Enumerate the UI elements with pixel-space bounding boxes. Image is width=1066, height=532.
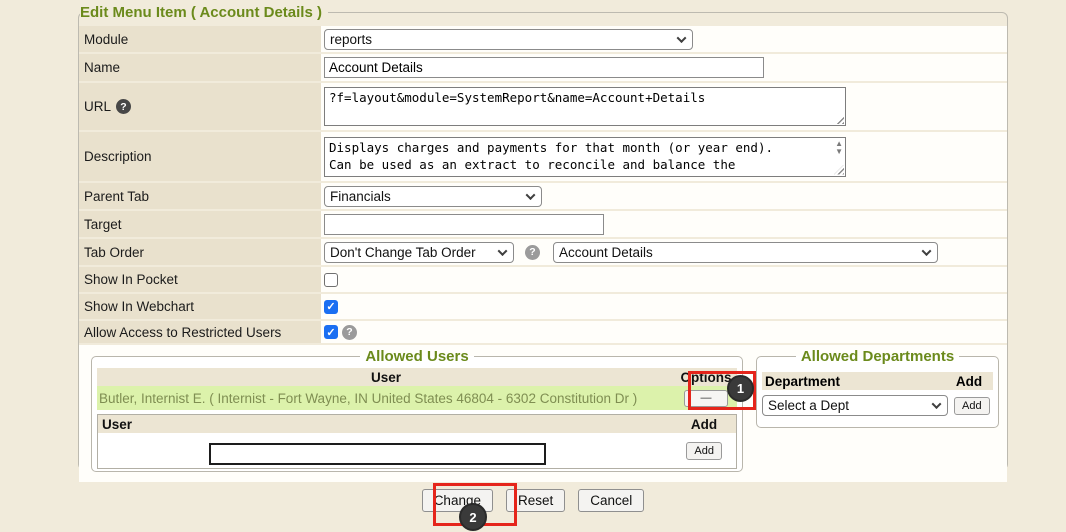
scroll-up-icon[interactable]: ▲	[835, 140, 843, 147]
show-in-webchart-row: Show In Webchart	[79, 294, 1007, 319]
tab-position-select-value: Account Details	[559, 245, 653, 260]
chevron-down-icon	[922, 246, 932, 256]
parent-tab-row: Parent Tab Financials	[79, 183, 1007, 209]
allow-restricted-help-icon[interactable]: ?	[342, 325, 357, 340]
show-in-pocket-label: Show In Pocket	[79, 267, 321, 292]
add-user-header: User Add	[98, 415, 736, 433]
add-user-input[interactable]	[209, 443, 546, 465]
target-row: Target	[79, 211, 1007, 237]
name-row: Name	[79, 54, 1007, 81]
module-label: Module	[79, 26, 321, 52]
tab-order-row: Tab Order Don't Change Tab Order ? Accou…	[79, 239, 1007, 265]
scrollbar[interactable]: ▲ ▼	[835, 140, 843, 155]
url-help-icon[interactable]: ?	[116, 99, 131, 114]
tab-order-select[interactable]: Don't Change Tab Order	[324, 242, 514, 263]
step2-badge: 2	[459, 503, 487, 531]
allowed-departments-fieldset: Allowed Departments Department Add Selec…	[756, 348, 999, 428]
add-user-column-header: User	[102, 417, 676, 432]
add-user-button[interactable]: Add	[686, 442, 722, 460]
show-in-webchart-label: Show In Webchart	[79, 294, 321, 319]
edit-menu-item-form: Edit Menu Item ( Account Details ) Modul…	[78, 4, 1008, 470]
department-select-value: Select a Dept	[768, 398, 849, 413]
add-user-table: User Add Add	[97, 414, 737, 469]
show-in-webchart-checkbox[interactable]	[324, 300, 338, 314]
url-row: URL ? ?f=layout&module=SystemReport&name…	[79, 83, 1007, 130]
tab-position-select[interactable]: Account Details	[553, 242, 938, 263]
page: Edit Menu Item ( Account Details ) Modul…	[0, 0, 1066, 532]
form-title: Edit Menu Item ( Account Details )	[80, 4, 328, 21]
show-in-pocket-checkbox[interactable]	[324, 273, 338, 287]
lists-row: Allowed Users User Options Butler, Inter…	[79, 345, 1007, 482]
module-select[interactable]: reports	[324, 29, 693, 50]
target-label: Target	[79, 211, 321, 237]
form-actions: Change Reset Cancel	[0, 489, 1066, 512]
description-textarea[interactable]: Displays charges and payments for that m…	[324, 137, 846, 177]
url-label: URL ?	[79, 83, 321, 130]
allowed-users-title: Allowed Users	[360, 348, 473, 365]
description-label: Description	[79, 132, 321, 181]
allow-restricted-label: Allow Access to Restricted Users	[79, 321, 321, 343]
module-select-value: reports	[330, 32, 372, 47]
chevron-down-icon	[677, 33, 687, 43]
add-column-header: Add	[676, 417, 732, 432]
add-department-row: Select a Dept Add	[762, 395, 993, 416]
url-textarea[interactable]: ?f=layout&module=SystemReport&name=Accou…	[324, 87, 846, 126]
allowed-departments-header: Department Add	[762, 372, 993, 390]
name-input[interactable]	[324, 57, 764, 78]
allowed-users-fieldset: Allowed Users User Options Butler, Inter…	[91, 348, 743, 472]
chevron-down-icon	[526, 190, 536, 200]
allow-restricted-checkbox[interactable]	[324, 325, 338, 339]
parent-tab-select-value: Financials	[330, 189, 391, 204]
allowed-users-header: User Options	[97, 368, 737, 386]
step1-badge: 1	[727, 375, 754, 402]
department-column-header: Department	[765, 374, 948, 389]
tab-order-label: Tab Order	[79, 239, 321, 265]
add-department-button[interactable]: Add	[954, 397, 990, 415]
lists-container: Allowed Users User Options Butler, Inter…	[79, 345, 1007, 482]
scroll-down-icon[interactable]: ▼	[835, 148, 843, 155]
parent-tab-label: Parent Tab	[79, 183, 321, 209]
allow-restricted-row: Allow Access to Restricted Users ?	[79, 321, 1007, 343]
add-column-header: Add	[948, 374, 990, 389]
user-column-header: User	[97, 370, 675, 385]
target-input[interactable]	[324, 214, 604, 235]
tab-order-help-icon[interactable]: ?	[525, 245, 540, 260]
allowed-user-row: Butler, Internist E. ( Internist - Fort …	[97, 386, 737, 410]
tab-order-select-value: Don't Change Tab Order	[330, 245, 476, 260]
module-row: Module reports	[79, 26, 1007, 52]
parent-tab-select[interactable]: Financials	[324, 186, 542, 207]
add-user-row: Add	[98, 433, 736, 468]
allowed-user-name: Butler, Internist E. ( Internist - Fort …	[97, 391, 675, 406]
show-in-pocket-row: Show In Pocket	[79, 267, 1007, 292]
chevron-down-icon	[932, 399, 942, 409]
allowed-departments-title: Allowed Departments	[796, 348, 959, 365]
department-select[interactable]: Select a Dept	[762, 395, 948, 416]
chevron-down-icon	[498, 246, 508, 256]
name-label: Name	[79, 54, 321, 81]
description-row: Description Displays charges and payment…	[79, 132, 1007, 181]
cancel-button[interactable]: Cancel	[578, 489, 644, 512]
